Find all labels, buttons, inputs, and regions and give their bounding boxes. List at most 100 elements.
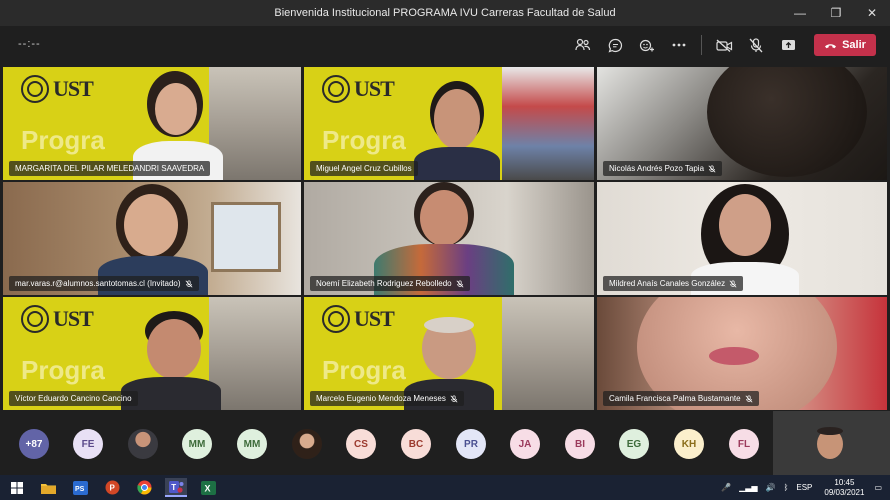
video-tile[interactable]: Camila Francisca Palma Bustamante: [597, 297, 887, 410]
video-tile[interactable]: UST Progra Víctor Eduardo Cancino Cancin…: [3, 297, 301, 410]
participant-name-label: Mildred Anaís Canales González: [603, 276, 744, 291]
self-view-video[interactable]: [773, 411, 890, 475]
svg-text:PS: PS: [75, 486, 85, 493]
participant-avatar[interactable]: JA: [510, 429, 540, 459]
phone-icon: [825, 43, 837, 48]
bluetooth-tray-icon[interactable]: ᛒ: [784, 483, 789, 492]
participant-name-label: Víctor Eduardo Cancino Cancino: [9, 391, 138, 406]
excel-icon[interactable]: X: [197, 478, 219, 497]
meeting-controls: Salir: [567, 32, 876, 58]
participant-avatar[interactable]: MM: [237, 429, 267, 459]
mic-off-icon: [456, 279, 464, 287]
svg-text:P: P: [109, 484, 115, 493]
window-titlebar: Bienvenida Institucional PROGRAMA IVU Ca…: [0, 0, 890, 26]
video-tile[interactable]: Mildred Anaís Canales González: [597, 182, 887, 295]
taskbar-clock[interactable]: 10:45 09/03/2021: [824, 478, 864, 498]
reactions-icon[interactable]: [631, 32, 663, 58]
participant-name-label: MARGARITA DEL PILAR MELEDANDRI SAAVEDRA: [9, 161, 211, 176]
share-icon[interactable]: [772, 32, 804, 58]
mic-off-icon: [708, 164, 716, 172]
teams-icon[interactable]: T: [165, 478, 187, 497]
clock-date: 09/03/2021: [824, 487, 865, 497]
participant-strip: +87 FE MM MM CS BC PR JA BI EG KH FL: [0, 411, 890, 475]
participant-avatar-photo[interactable]: [128, 429, 158, 459]
participant-avatar[interactable]: KH: [674, 429, 704, 459]
participant-avatar[interactable]: PR: [456, 429, 486, 459]
participant-avatar[interactable]: BI: [565, 429, 595, 459]
participant-name-label: Noemí Elizabeth Rodriguez Rebolledo: [310, 276, 470, 291]
ust-logo: UST: [21, 75, 94, 103]
video-tile[interactable]: UST Progra Marcelo Eugenio Mendoza Menes…: [304, 297, 594, 410]
meeting-toolbar: --:-- Salir: [0, 26, 890, 64]
video-grid: UST Progra MARGARITA DEL PILAR MELEDANDR…: [3, 67, 887, 410]
network-tray-icon[interactable]: ▁▃▅: [739, 483, 757, 492]
window-controls: — ❐ ✕: [782, 0, 890, 26]
more-participants-badge[interactable]: +87: [19, 429, 49, 459]
background-photo: [502, 297, 594, 410]
participant-avatar[interactable]: BC: [401, 429, 431, 459]
more-icon[interactable]: [663, 32, 695, 58]
chrome-icon[interactable]: [133, 478, 155, 497]
video-tile[interactable]: Nicolás Andrés Pozo Tapia: [597, 67, 887, 180]
participant-avatar[interactable]: MM: [182, 429, 212, 459]
acrobat-icon[interactable]: PS: [69, 478, 91, 497]
ust-logo-text: UST: [53, 76, 94, 101]
close-button[interactable]: ✕: [854, 0, 890, 26]
chat-icon[interactable]: [599, 32, 631, 58]
ust-logo-text: UST: [53, 306, 94, 331]
volume-tray-icon[interactable]: 🔊: [766, 483, 776, 492]
language-indicator[interactable]: ESP: [796, 483, 812, 492]
people-icon[interactable]: [567, 32, 599, 58]
clock-time: 10:45: [834, 477, 855, 487]
participant-avatar[interactable]: FE: [73, 429, 103, 459]
teams-meeting-window: Bienvenida Institucional PROGRAMA IVU Ca…: [0, 0, 890, 500]
participant-name-label: Miguel Angel Cruz Cubillos: [310, 161, 418, 176]
participant-name-label: Camila Francisca Palma Bustamante: [603, 391, 759, 406]
camera-off-icon[interactable]: [708, 32, 740, 58]
participant-avatar[interactable]: CS: [346, 429, 376, 459]
participant-video: [412, 75, 502, 180]
svg-text:X: X: [204, 483, 210, 493]
ust-seal-icon: [322, 75, 350, 103]
windows-taskbar: PS P T X 🎤 ▁▃▅ 🔊 ᛒ ESP 10:45 09/03/2021 …: [0, 475, 890, 500]
ust-logo: UST: [21, 305, 94, 333]
video-tile[interactable]: UST Progra Miguel Angel Cruz Cubillos: [304, 67, 594, 180]
mic-off-icon: [745, 394, 753, 402]
video-tile[interactable]: UST Progra MARGARITA DEL PILAR MELEDANDR…: [3, 67, 301, 180]
file-explorer-icon[interactable]: [37, 478, 59, 497]
ust-logo-text: UST: [354, 76, 395, 101]
system-tray: 🎤 ▁▃▅ 🔊 ᛒ ESP 10:45 09/03/2021 ▭: [721, 475, 890, 500]
mic-off-icon: [729, 279, 737, 287]
ust-logo: UST: [322, 305, 395, 333]
toolbar-divider: [701, 35, 702, 55]
program-banner-text: Progra: [322, 355, 406, 385]
participant-avatar-photo[interactable]: [292, 429, 322, 459]
mic-off-icon: [450, 394, 458, 402]
program-banner-text: Progra: [21, 125, 105, 155]
participant-name-label: mar.varas.r@alumnos.santotomas.cl (Invit…: [9, 276, 199, 291]
window-background: [211, 202, 281, 272]
microphone-tray-icon[interactable]: 🎤: [721, 483, 731, 492]
participant-name-label: Nicolás Andrés Pozo Tapia: [603, 161, 723, 176]
background-photo: [502, 67, 594, 180]
maximize-button[interactable]: ❐: [818, 0, 854, 26]
notifications-icon[interactable]: ▭: [874, 483, 882, 492]
window-title: Bienvenida Institucional PROGRAMA IVU Ca…: [274, 7, 616, 19]
ust-seal-icon: [322, 305, 350, 333]
powerpoint-icon[interactable]: P: [101, 478, 123, 497]
meeting-timer: --:--: [18, 38, 41, 50]
ust-seal-icon: [21, 75, 49, 103]
mic-off-icon[interactable]: [740, 32, 772, 58]
svg-text:T: T: [171, 483, 176, 492]
lips: [709, 347, 759, 365]
program-banner-text: Progra: [322, 125, 406, 155]
video-tile[interactable]: Noemí Elizabeth Rodriguez Rebolledo: [304, 182, 594, 295]
participant-avatar[interactable]: FL: [729, 429, 759, 459]
windows-start-icon[interactable]: [6, 478, 28, 497]
participant-avatar[interactable]: EG: [619, 429, 649, 459]
leave-label: Salir: [842, 39, 866, 51]
mic-off-icon: [185, 279, 192, 287]
minimize-button[interactable]: —: [782, 0, 818, 26]
leave-button[interactable]: Salir: [814, 34, 876, 56]
video-tile[interactable]: mar.varas.r@alumnos.santotomas.cl (Invit…: [3, 182, 301, 295]
